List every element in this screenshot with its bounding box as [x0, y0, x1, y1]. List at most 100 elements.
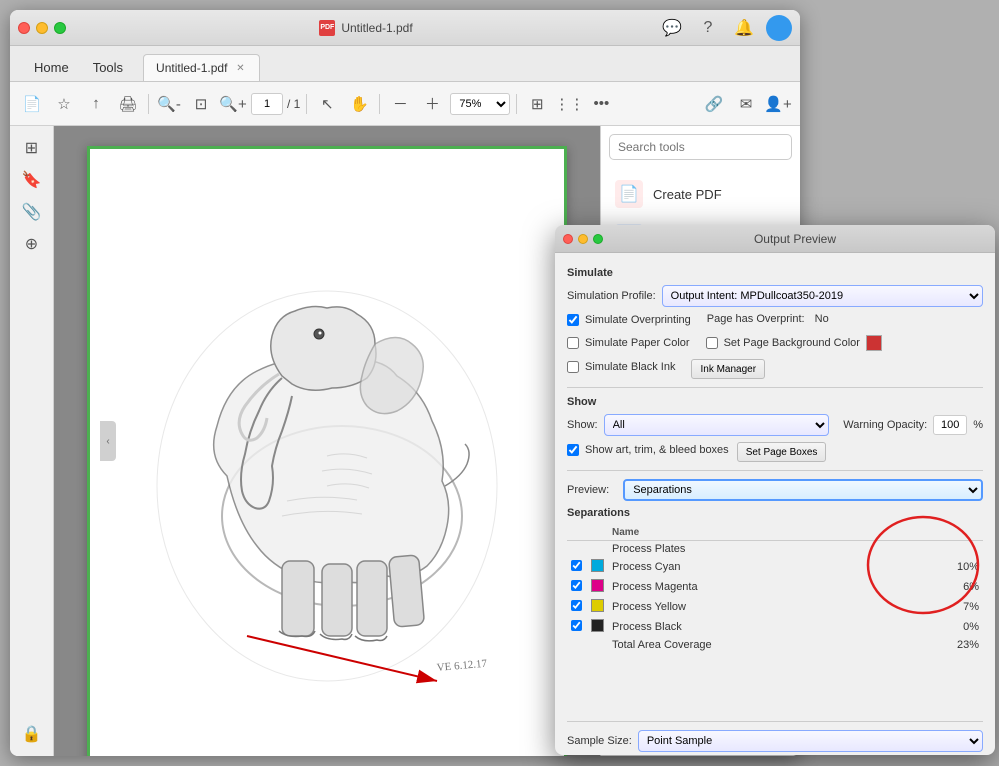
tab-close-button[interactable]: ✕	[233, 61, 247, 75]
show-art-trim-row: Show art, trim, & bleed boxes	[567, 444, 729, 456]
table-row: Process Plates	[567, 541, 983, 558]
bg-color-swatch[interactable]	[866, 335, 882, 351]
simulation-profile-label: Simulation Profile:	[567, 290, 656, 302]
elephant-svg: VE 6.12.17	[127, 206, 527, 706]
simulate-paper-color-label: Simulate Paper Color	[585, 337, 690, 349]
dialog-traffic-lights	[563, 234, 603, 244]
search-tools-input[interactable]	[609, 134, 792, 160]
document-tab[interactable]: Untitled-1.pdf ✕	[143, 54, 260, 81]
hand-tool-button[interactable]: ✋	[345, 90, 373, 118]
simulate-overprinting-row: Simulate Overprinting	[567, 313, 691, 327]
notification-icon[interactable]: 🔔	[730, 14, 758, 42]
simulate-black-ink-checkbox[interactable]	[567, 361, 579, 373]
share-button[interactable]: 👤+	[764, 90, 792, 118]
sidebar-lock-icon[interactable]: 🔒	[18, 720, 46, 748]
sidebar-bookmark-icon[interactable]: 🔖	[18, 166, 46, 194]
divider-sample	[567, 721, 983, 722]
zoom-out-button[interactable]: 🔍-	[155, 90, 183, 118]
divider-4	[516, 94, 517, 114]
divider-preview	[567, 470, 983, 471]
collapse-sidebar-arrow[interactable]: ‹	[100, 421, 116, 461]
pdf-icon: PDF	[319, 20, 335, 36]
sidebar-thumbnail-icon[interactable]: ⊞	[18, 134, 46, 162]
create-pdf-icon: 📄	[615, 180, 643, 208]
simulate-paper-color-checkbox[interactable]	[567, 337, 579, 349]
sep-col-color	[587, 525, 608, 541]
separations-section-title: Separations	[567, 507, 983, 519]
cyan-checkbox[interactable]	[571, 560, 582, 571]
cyan-color-box	[591, 559, 604, 572]
page-input-group: / 1	[251, 93, 300, 115]
dialog-minimize-button[interactable]	[578, 234, 588, 244]
sample-size-row: Sample Size: Point Sample	[567, 730, 983, 752]
simulation-profile-select[interactable]: Output Intent: MPDullcoat350-2019	[662, 285, 983, 307]
new-file-button[interactable]: 📄	[18, 90, 46, 118]
zoom-in-button[interactable]: 🔍+	[219, 90, 247, 118]
left-sidebar: ⊞ 🔖 📎 ⊕ 🔒	[10, 126, 54, 756]
bookmark-button[interactable]: ☆	[50, 90, 78, 118]
scroll-button[interactable]: ⋮⋮	[555, 90, 583, 118]
set-page-boxes-button[interactable]: Set Page Boxes	[737, 442, 827, 462]
minimize-button[interactable]	[36, 22, 48, 34]
maximize-button[interactable]	[54, 22, 66, 34]
table-row: Process Cyan 10%	[567, 557, 983, 577]
create-pdf-tool[interactable]: 📄 Create PDF	[609, 172, 792, 216]
ink-manager-button[interactable]: Ink Manager	[691, 359, 765, 379]
print-button[interactable]: 🖨	[114, 90, 142, 118]
sample-size-select[interactable]: Point Sample	[638, 730, 983, 752]
preview-row: Preview: Separations	[567, 479, 983, 501]
zoom-minus-button[interactable]: －	[386, 90, 414, 118]
black-color-box	[591, 619, 604, 632]
yellow-checkbox[interactable]	[571, 600, 582, 611]
magenta-checkbox[interactable]	[571, 580, 582, 591]
layout-button[interactable]: ⊞	[523, 90, 551, 118]
show-art-trim-checkbox[interactable]	[567, 444, 579, 456]
header-right: 💬 ? 🔔	[658, 14, 792, 42]
show-select[interactable]: All	[604, 414, 830, 436]
dialog-close-button[interactable]	[563, 234, 573, 244]
help-icon[interactable]: ?	[694, 14, 722, 42]
svg-text:VE 6.12.17: VE 6.12.17	[436, 658, 488, 674]
simulation-profile-row: Simulation Profile: Output Intent: MPDul…	[567, 285, 983, 307]
zoom-fit-button[interactable]: ⊡	[187, 90, 215, 118]
show-label: Show:	[567, 419, 598, 431]
simulate-black-ink-row: Simulate Black Ink	[567, 361, 675, 373]
simulate-overprinting-checkbox[interactable]	[567, 314, 579, 326]
show-section-title: Show	[567, 396, 983, 408]
sidebar-layers-icon[interactable]: ⊕	[18, 230, 46, 258]
cursor-tool-button[interactable]: ↖	[313, 90, 341, 118]
zoom-plus-button[interactable]: ＋	[418, 90, 446, 118]
pdf-canvas[interactable]: ‹	[54, 126, 600, 756]
table-row: Total Area Coverage 23%	[567, 637, 983, 653]
pdf-page: VE 6.12.17	[87, 146, 567, 756]
tools-menu-item[interactable]: Tools	[81, 54, 135, 81]
toolbar: 📄 ☆ ↑ 🖨 🔍- ⊡ 🔍+ / 1 ↖ ✋ － ＋ 75% 50% 100%…	[10, 82, 800, 126]
close-button[interactable]	[18, 22, 30, 34]
simulate-section-title: Simulate	[567, 267, 983, 279]
magenta-color-box	[591, 579, 604, 592]
page-total: / 1	[287, 97, 300, 111]
black-checkbox[interactable]	[571, 620, 582, 631]
avatar[interactable]	[766, 15, 792, 41]
sep-col-value	[943, 525, 983, 541]
upload-button[interactable]: ↑	[82, 90, 110, 118]
sample-size-label: Sample Size:	[567, 735, 632, 747]
more-button[interactable]: •••	[587, 90, 615, 118]
preview-select[interactable]: Separations	[623, 479, 983, 501]
zoom-select[interactable]: 75% 50% 100% 150%	[450, 93, 510, 115]
warning-opacity-input[interactable]	[933, 415, 967, 435]
email-button[interactable]: ✉	[732, 90, 760, 118]
dialog-maximize-button[interactable]	[593, 234, 603, 244]
warning-opacity-unit: %	[973, 419, 983, 431]
link-button[interactable]: 🔗	[700, 90, 728, 118]
window-title: PDF Untitled-1.pdf	[74, 20, 658, 36]
page-number-input[interactable]	[251, 93, 283, 115]
sidebar-attachment-icon[interactable]: 📎	[18, 198, 46, 226]
home-menu-item[interactable]: Home	[22, 54, 81, 81]
dialog-title: Output Preview	[603, 232, 987, 246]
title-bar: PDF Untitled-1.pdf 💬 ? 🔔	[10, 10, 800, 46]
table-row: Process Magenta 6%	[567, 577, 983, 597]
set-page-bg-checkbox[interactable]	[706, 337, 718, 349]
traffic-lights	[18, 22, 66, 34]
chat-icon[interactable]: 💬	[658, 14, 686, 42]
